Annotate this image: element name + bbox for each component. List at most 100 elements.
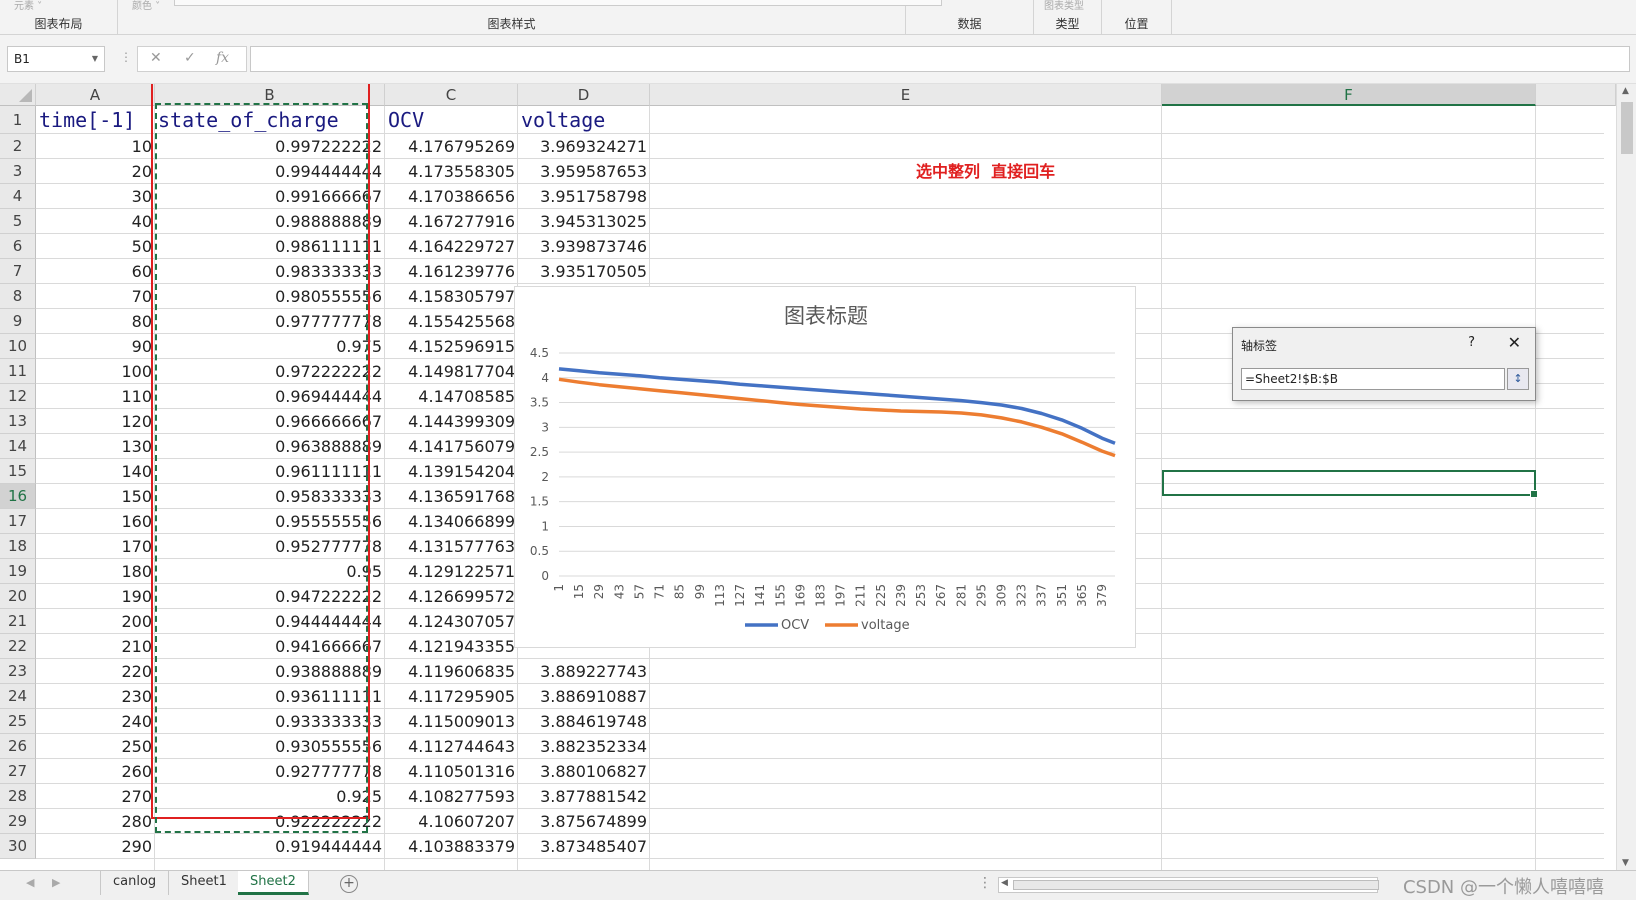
data-cell[interactable]: 60	[36, 259, 155, 284]
data-cell[interactable]: 4.170386656	[385, 184, 518, 209]
data-cell[interactable]: 3.889227743	[518, 659, 650, 684]
row-header-8[interactable]: 8	[0, 284, 36, 309]
data-cell[interactable]: 4.115009013	[385, 709, 518, 734]
collapse-dialog-icon[interactable]: ↕	[1507, 368, 1529, 390]
row-header-24[interactable]: 24	[0, 684, 36, 709]
tab-splitter-icon[interactable]: ⋮	[978, 875, 992, 891]
cancel-icon[interactable]: ✕	[150, 50, 162, 66]
data-cell[interactable]: 0.977777778	[155, 309, 385, 334]
row-header-21[interactable]: 21	[0, 609, 36, 634]
data-cell[interactable]: 0.933333333	[155, 709, 385, 734]
active-cell-f16[interactable]	[1162, 470, 1538, 498]
data-cell[interactable]: 150	[36, 484, 155, 509]
data-cell[interactable]: 250	[36, 734, 155, 759]
data-cell[interactable]: 4.117295905	[385, 684, 518, 709]
data-cell[interactable]: 4.112744643	[385, 734, 518, 759]
data-cell[interactable]: 3.877881542	[518, 784, 650, 809]
close-icon[interactable]: ✕	[1508, 333, 1521, 352]
data-cell[interactable]: 160	[36, 509, 155, 534]
data-cell[interactable]: 0.961111111	[155, 459, 385, 484]
data-cell[interactable]: 270	[36, 784, 155, 809]
data-cell[interactable]: 0.963888889	[155, 434, 385, 459]
row-header-25[interactable]: 25	[0, 709, 36, 734]
data-cell[interactable]: 0.936111111	[155, 684, 385, 709]
row-header-11[interactable]: 11	[0, 359, 36, 384]
row-header-7[interactable]: 7	[0, 259, 36, 284]
worksheet[interactable]: A B C D E F 1 2 3 4 5 6 7 8 9 10 11 12 13 14 15 16 17 18 19 20 21 2…	[0, 84, 1636, 870]
data-cell[interactable]: 0.944444444	[155, 609, 385, 634]
data-cell[interactable]: 3.886910887	[518, 684, 650, 709]
row-header-13[interactable]: 13	[0, 409, 36, 434]
data-cell[interactable]: 0.952777778	[155, 534, 385, 559]
row-header-29[interactable]: 29	[0, 809, 36, 834]
chart-style-gallery[interactable]	[174, 0, 942, 6]
data-cell[interactable]: 4.14708585	[385, 384, 518, 409]
row-header-19[interactable]: 19	[0, 559, 36, 584]
data-cell[interactable]: 4.121943355	[385, 634, 518, 659]
data-cell[interactable]: 3.959587653	[518, 159, 650, 184]
column-header-c[interactable]: C	[385, 84, 518, 106]
data-cell[interactable]: 4.126699572	[385, 584, 518, 609]
line-chart[interactable]: 图表标题 0 0.5 1 1.5 2 2.5 3 3.5 4 4.5 1 15 29 43 57 71 85 99 1…	[514, 286, 1136, 648]
data-cell[interactable]: 4.10607207	[385, 809, 518, 834]
data-cell[interactable]: 4.131577763	[385, 534, 518, 559]
data-cell[interactable]: 40	[36, 209, 155, 234]
enter-icon[interactable]: ✓	[184, 50, 196, 66]
data-cell[interactable]: 4.149817704	[385, 359, 518, 384]
data-cell[interactable]: 4.155425568	[385, 309, 518, 334]
data-cell[interactable]: 140	[36, 459, 155, 484]
row-header-18[interactable]: 18	[0, 534, 36, 559]
data-cell[interactable]: 230	[36, 684, 155, 709]
scroll-left-icon[interactable]: ◀	[1001, 878, 1008, 888]
column-header-blank[interactable]	[1536, 84, 1616, 106]
scroll-down-icon[interactable]: ▼	[1622, 858, 1629, 868]
column-header-b[interactable]: B	[155, 84, 385, 106]
data-cell[interactable]: 290	[36, 834, 155, 859]
row-header-1[interactable]: 1	[0, 106, 36, 134]
help-icon[interactable]: ?	[1468, 335, 1475, 350]
data-cell[interactable]: 3.882352334	[518, 734, 650, 759]
data-cell[interactable]: 260	[36, 759, 155, 784]
data-cell[interactable]: 220	[36, 659, 155, 684]
data-cell[interactable]: 0.991666667	[155, 184, 385, 209]
data-cell[interactable]: 0.972222222	[155, 359, 385, 384]
column-header-e[interactable]: E	[650, 84, 1162, 106]
row-header-17[interactable]: 17	[0, 509, 36, 534]
tab-sheet1[interactable]: Sheet1	[169, 871, 240, 895]
data-cell[interactable]: 4.134066899	[385, 509, 518, 534]
row-header-6[interactable]: 6	[0, 234, 36, 259]
data-cell[interactable]: 0.922222222	[155, 809, 385, 834]
data-cell[interactable]: 180	[36, 559, 155, 584]
data-cell[interactable]: 30	[36, 184, 155, 209]
column-header-a[interactable]: A	[36, 84, 155, 106]
data-cell[interactable]: 3.884619748	[518, 709, 650, 734]
data-cell[interactable]: 0.980555556	[155, 284, 385, 309]
row-header-22[interactable]: 22	[0, 634, 36, 659]
data-cell[interactable]: 4.167277916	[385, 209, 518, 234]
data-cell[interactable]: 0.975	[155, 334, 385, 359]
insert-function-icon[interactable]: fx	[216, 50, 229, 66]
row-header-2[interactable]: 2	[0, 134, 36, 159]
column-header-f[interactable]: F	[1162, 84, 1536, 106]
data-cell[interactable]: 0.986111111	[155, 234, 385, 259]
row-header-23[interactable]: 23	[0, 659, 36, 684]
data-cell[interactable]: 0.983333333	[155, 259, 385, 284]
formula-input[interactable]	[250, 46, 1630, 72]
tab-sheet2[interactable]: Sheet2	[238, 871, 309, 895]
data-cell[interactable]: 0.958333333	[155, 484, 385, 509]
column-header-d[interactable]: D	[518, 84, 650, 106]
data-cell[interactable]: 130	[36, 434, 155, 459]
select-all-corner[interactable]	[0, 84, 36, 106]
ribbon-group-location[interactable]: 位置	[1102, 0, 1172, 35]
row-header-10[interactable]: 10	[0, 334, 36, 359]
data-cell[interactable]: 4.103883379	[385, 834, 518, 859]
data-cell[interactable]: 4.158305797	[385, 284, 518, 309]
data-cell[interactable]: 190	[36, 584, 155, 609]
header-cell[interactable]: OCV	[385, 106, 518, 134]
data-cell[interactable]: 0.969444444	[155, 384, 385, 409]
data-cell[interactable]: 4.164229727	[385, 234, 518, 259]
data-cell[interactable]: 0.95	[155, 559, 385, 584]
data-cell[interactable]: 0.947222222	[155, 584, 385, 609]
data-cell[interactable]: 20	[36, 159, 155, 184]
data-cell[interactable]: 110	[36, 384, 155, 409]
